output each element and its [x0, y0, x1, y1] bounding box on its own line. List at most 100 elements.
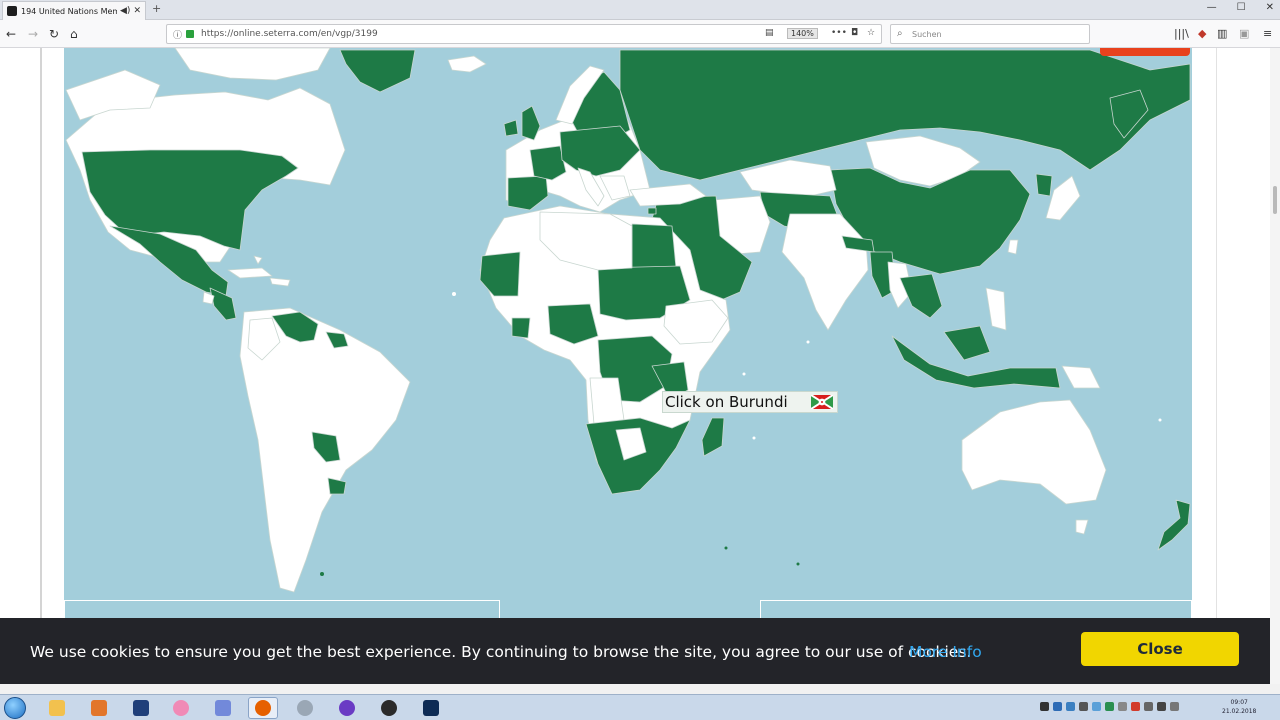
cookie-message: We use cookies to ensure you get the bes… — [30, 643, 972, 661]
pocket-icon[interactable]: ◘ — [851, 28, 858, 38]
new-tab-button[interactable]: + — [152, 2, 161, 15]
address-bar[interactable]: ⓘ https://online.seterra.com/en/vgp/3199… — [166, 24, 882, 44]
menu-icon[interactable]: ≡ — [1263, 27, 1272, 40]
country-cyprus — [647, 207, 657, 215]
tray-icon-6[interactable] — [1105, 702, 1114, 711]
taskbar-app-dark-icon[interactable] — [416, 697, 446, 719]
quiz-prompt: Click on Burundi — [662, 391, 838, 413]
tab-quiz[interactable]: 194 United Nations Membe ◀) ✕ — [2, 1, 146, 20]
tray-icon-3[interactable] — [1066, 702, 1075, 711]
taskbar-clock[interactable]: 09:07 21.02.2018 — [1222, 698, 1256, 716]
search-placeholder: Suchen — [912, 30, 942, 39]
tab-bar: 194 United Nations Membe ◀) ✕ + — ☐ ✕ — [0, 0, 1280, 20]
taskbar-explorer-icon[interactable] — [42, 697, 72, 719]
url-text[interactable]: https://online.seterra.com/en/vgp/3199 — [201, 29, 378, 39]
taskbar-app-globe-icon[interactable] — [290, 697, 320, 719]
taskbar-paint-icon[interactable] — [84, 697, 114, 719]
country-borneo — [943, 325, 991, 361]
start-button[interactable] — [4, 697, 26, 719]
content-border-left — [40, 48, 42, 618]
inset-map-left — [64, 600, 500, 618]
close-window-icon[interactable]: ✕ — [1266, 2, 1274, 13]
content-border-right — [1216, 48, 1217, 618]
scrollbar-thumb[interactable] — [1273, 186, 1277, 214]
system-tray — [1040, 702, 1179, 711]
inset-map-right — [760, 600, 1192, 618]
taskbar-obs-icon[interactable] — [374, 697, 404, 719]
reload-icon[interactable]: ↻ — [49, 27, 59, 41]
forward-icon[interactable]: → — [28, 27, 38, 41]
country-madagascar — [701, 417, 725, 457]
sidebar-icon[interactable]: ▥ — [1217, 27, 1227, 40]
search-icon: ⌕ — [897, 28, 903, 39]
taskbar: 09:07 21.02.2018 — [0, 694, 1280, 720]
maximize-icon[interactable]: ☐ — [1237, 2, 1246, 13]
tray-icon-4[interactable] — [1079, 702, 1088, 711]
country-korea — [1035, 173, 1053, 197]
speaker-icon[interactable]: ◀) — [120, 6, 130, 16]
country-mauritania — [479, 251, 521, 297]
search-bar[interactable]: ⌕ Suchen — [890, 24, 1090, 44]
info-icon[interactable]: ⓘ — [173, 28, 182, 41]
island-seychelles — [742, 372, 746, 376]
country-france — [529, 145, 567, 181]
clock-date: 21.02.2018 — [1222, 708, 1257, 715]
country-bahamas — [253, 255, 263, 265]
cookie-close-button[interactable]: Close — [1081, 632, 1239, 666]
country-canada-arctic — [174, 48, 331, 81]
extension-icon[interactable]: ◆ — [1198, 27, 1206, 40]
country-png — [1061, 365, 1101, 389]
island-cape-verde — [452, 292, 456, 296]
minimize-icon[interactable]: — — [1207, 2, 1217, 13]
extension-gray-icon[interactable]: ▣ — [1239, 27, 1249, 40]
bookmark-star-icon[interactable]: ☆ — [867, 28, 875, 38]
island-falklands — [320, 572, 324, 576]
island-green-1 — [724, 546, 728, 550]
window-controls: — ☐ ✕ — [1207, 2, 1274, 13]
country-philippines — [985, 287, 1007, 331]
country-taiwan — [1007, 239, 1019, 255]
tray-icon-8[interactable] — [1131, 702, 1140, 711]
tray-icon-7[interactable] — [1118, 702, 1127, 711]
quiz-prompt-text: Click on Burundi — [665, 393, 788, 411]
more-info-link[interactable]: More Info — [909, 643, 982, 661]
taskbar-app-purple-icon[interactable] — [332, 697, 362, 719]
country-new-zealand — [1157, 499, 1191, 551]
country-iceland — [447, 55, 487, 73]
tray-icon-10[interactable] — [1157, 702, 1166, 711]
taskbar-firefox-icon[interactable] — [248, 697, 278, 719]
country-iberia — [507, 175, 549, 211]
island-green-2 — [796, 562, 800, 566]
world-map[interactable] — [64, 48, 1192, 618]
tray-icon-1[interactable] — [1040, 702, 1049, 711]
back-icon[interactable]: ← — [6, 27, 16, 41]
taskbar-app-pink-icon[interactable] — [166, 697, 196, 719]
country-india — [781, 213, 869, 331]
tray-icon-2[interactable] — [1053, 702, 1062, 711]
home-icon[interactable]: ⌂ — [70, 27, 78, 41]
country-australia — [961, 399, 1107, 505]
country-angola — [589, 377, 625, 425]
reader-view-icon[interactable]: ▤ — [765, 28, 774, 38]
library-icon[interactable]: |||\ — [1174, 27, 1189, 40]
country-greenland — [339, 49, 416, 93]
page-actions-icon[interactable]: ••• — [831, 28, 847, 38]
taskbar-app-blue-icon[interactable] — [126, 697, 156, 719]
tab-title: 194 United Nations Membe — [21, 6, 118, 16]
country-caribbean — [269, 277, 291, 287]
tab-close-button[interactable]: ✕ — [133, 6, 141, 16]
country-west-africa — [511, 317, 531, 339]
vertical-scrollbar[interactable] — [1270, 48, 1280, 688]
island-mauritius — [752, 436, 756, 440]
tray-icon-11[interactable] — [1170, 702, 1179, 711]
burundi-flag-icon — [811, 395, 833, 409]
tray-icon-9[interactable] — [1144, 702, 1153, 711]
country-tasmania — [1075, 519, 1089, 535]
horizontal-scrollbar[interactable] — [0, 684, 1280, 694]
country-uruguay — [327, 477, 347, 495]
taskbar-discord-icon[interactable] — [208, 697, 238, 719]
tray-icon-5[interactable] — [1092, 702, 1101, 711]
zoom-indicator[interactable]: 140% — [787, 28, 818, 39]
clock-time: 09:07 — [1230, 699, 1248, 706]
map-svg[interactable] — [64, 48, 1192, 618]
